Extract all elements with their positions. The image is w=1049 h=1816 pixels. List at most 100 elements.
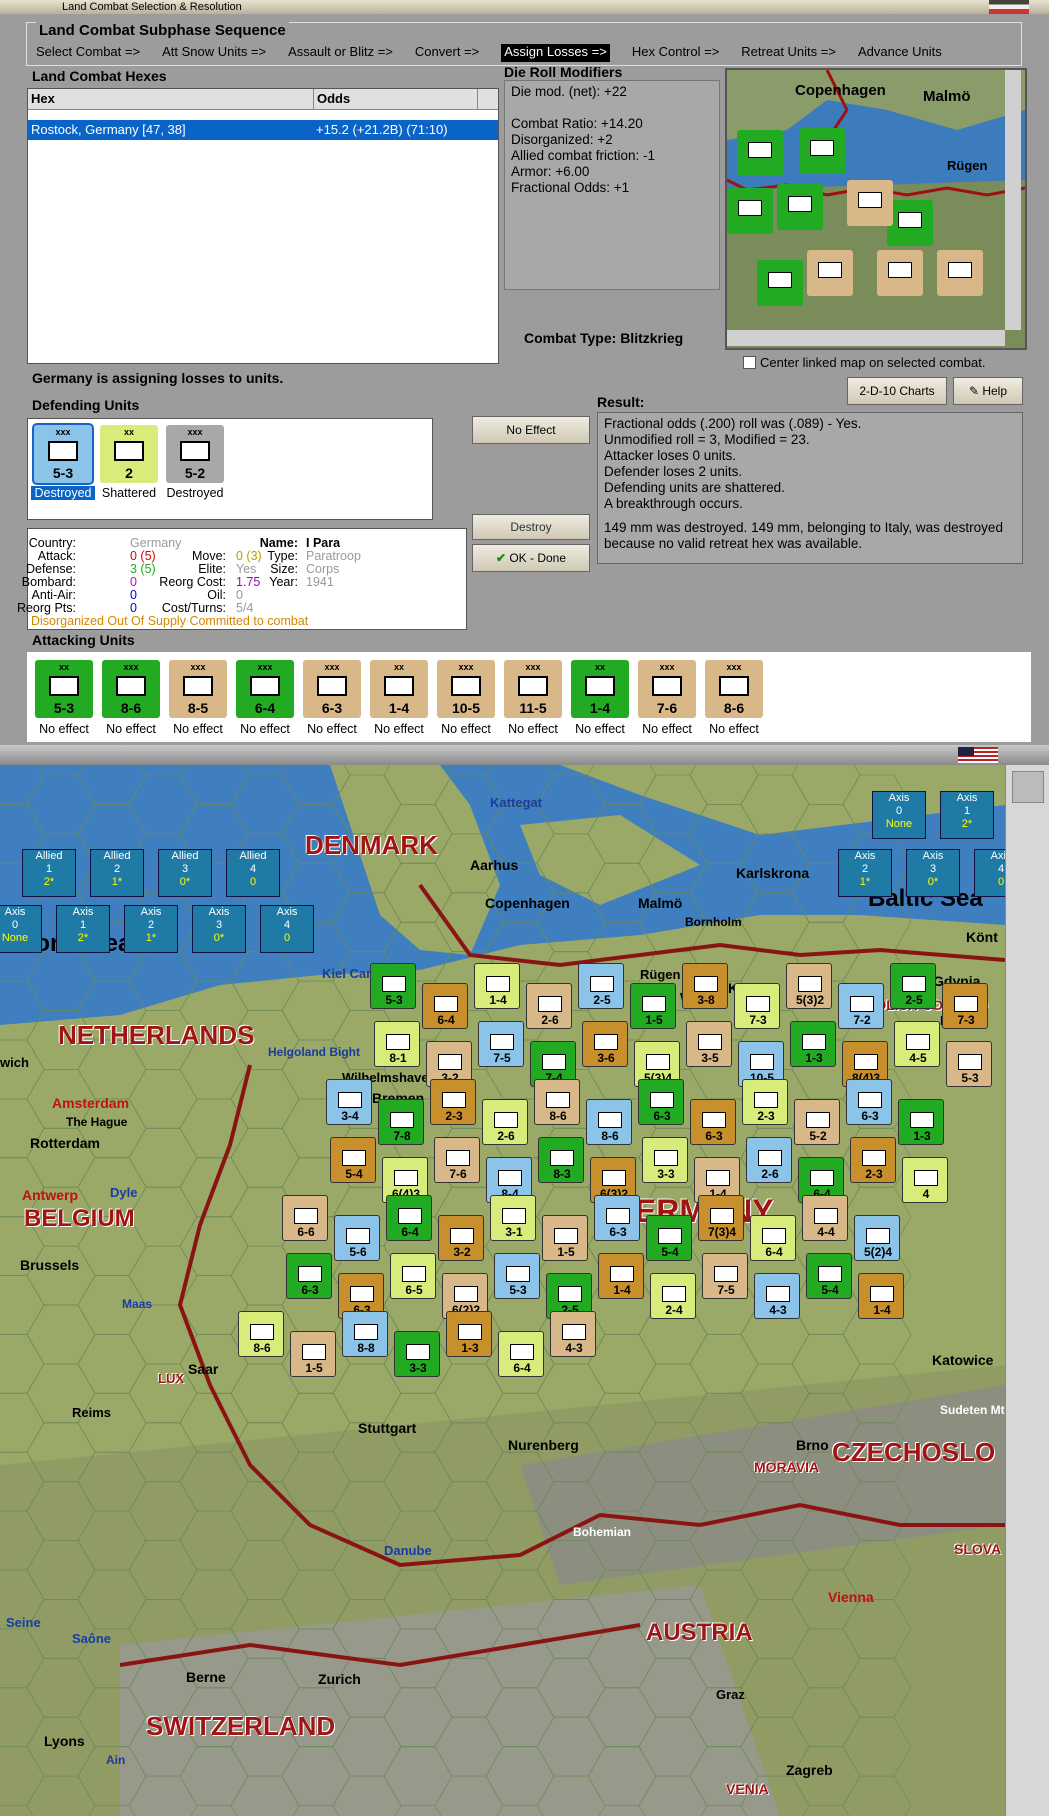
minimap-counter[interactable] bbox=[807, 250, 853, 296]
attacking-unit[interactable]: xx 1-4 bbox=[571, 660, 629, 718]
map-unit-counter[interactable]: 8-8 bbox=[342, 1311, 388, 1357]
map-unit-counter[interactable]: 1-3 bbox=[790, 1021, 836, 1067]
map-vertical-scrollbar[interactable] bbox=[1005, 765, 1049, 1816]
sequence-step[interactable]: Convert => bbox=[415, 44, 479, 62]
defending-unit[interactable]: xxx 5-3 bbox=[32, 423, 94, 485]
map-unit-counter[interactable]: 7-3 bbox=[734, 983, 780, 1029]
attacking-unit[interactable]: xxx 8-5 bbox=[169, 660, 227, 718]
minimap-counter[interactable] bbox=[777, 184, 823, 230]
map-unit-counter[interactable]: 8-6 bbox=[238, 1311, 284, 1357]
game-map[interactable]: Kattegat DENMARK Aarhus Karlskrona Baltic Se… bbox=[0, 765, 1005, 1816]
map-unit-counter[interactable]: 4-3 bbox=[550, 1311, 596, 1357]
attacking-unit[interactable]: xx 5-3 bbox=[35, 660, 93, 718]
minimap-counter[interactable] bbox=[799, 128, 845, 174]
map-unit-counter[interactable]: 6-3 bbox=[594, 1195, 640, 1241]
map-unit-counter[interactable]: 7(3)4 bbox=[698, 1195, 744, 1241]
map-unit-counter[interactable]: 1-5 bbox=[542, 1215, 588, 1261]
table-row[interactable]: Rostock, Germany [47, 38] +15.2 (+21.2B)… bbox=[28, 120, 498, 140]
map-unit-counter[interactable]: 5-3 bbox=[946, 1041, 992, 1087]
map-unit-counter[interactable]: 2-6 bbox=[746, 1137, 792, 1183]
map-unit-counter[interactable]: 2-4 bbox=[650, 1273, 696, 1319]
map-unit-counter[interactable]: 1-5 bbox=[290, 1331, 336, 1377]
map-unit-counter[interactable]: 3-5 bbox=[686, 1021, 732, 1067]
map-unit-counter[interactable]: 7-5 bbox=[702, 1253, 748, 1299]
map-unit-counter[interactable]: 6-4 bbox=[386, 1195, 432, 1241]
sequence-step[interactable]: Retreat Units => bbox=[741, 44, 836, 62]
checkbox-box[interactable] bbox=[743, 356, 756, 369]
map-unit-counter[interactable]: 5(2)4 bbox=[854, 1215, 900, 1261]
map-unit-counter[interactable]: 2-6 bbox=[482, 1099, 528, 1145]
map-unit-counter[interactable]: 2-3 bbox=[430, 1079, 476, 1125]
map-unit-counter[interactable]: 3-3 bbox=[394, 1331, 440, 1377]
minimap-counter[interactable] bbox=[727, 188, 773, 234]
map-unit-counter[interactable]: 1-3 bbox=[446, 1311, 492, 1357]
map-unit-counter[interactable]: 3-4 bbox=[326, 1079, 372, 1125]
attacking-unit[interactable]: xxx 8-6 bbox=[705, 660, 763, 718]
sequence-step[interactable]: Select Combat => bbox=[36, 44, 140, 62]
map-unit-counter[interactable]: 6-3 bbox=[638, 1079, 684, 1125]
map-unit-counter[interactable]: 2-6 bbox=[526, 983, 572, 1029]
destroy-button[interactable]: Destroy bbox=[472, 514, 590, 540]
map-unit-counter[interactable]: 6-4 bbox=[498, 1331, 544, 1377]
minimap-counter[interactable] bbox=[877, 250, 923, 296]
map-unit-counter[interactable]: 6-4 bbox=[750, 1215, 796, 1261]
map-unit-counter[interactable]: 6-6 bbox=[282, 1195, 328, 1241]
map-unit-counter[interactable]: 3-1 bbox=[490, 1195, 536, 1241]
center-linked-checkbox[interactable]: Center linked map on selected combat. bbox=[743, 355, 985, 370]
map-unit-counter[interactable]: 6-3 bbox=[286, 1253, 332, 1299]
map-unit-counter[interactable]: 3-6 bbox=[582, 1021, 628, 1067]
map-unit-counter[interactable]: 1-4 bbox=[474, 963, 520, 1009]
help-button[interactable]: ✎ Help bbox=[953, 377, 1023, 405]
map-unit-counter[interactable]: 1-4 bbox=[598, 1253, 644, 1299]
map-unit-counter[interactable]: 5-3 bbox=[494, 1253, 540, 1299]
minimap-hscrollbar[interactable] bbox=[727, 330, 1005, 346]
map-unit-counter[interactable]: 4-3 bbox=[754, 1273, 800, 1319]
map-unit-counter[interactable]: 3-8 bbox=[682, 963, 728, 1009]
linked-minimap[interactable]: Copenhagen Malmö Rügen bbox=[725, 68, 1027, 350]
attacking-unit[interactable]: xxx 6-3 bbox=[303, 660, 361, 718]
column-header-odds[interactable]: Odds bbox=[314, 89, 478, 109]
sequence-step[interactable]: Hex Control => bbox=[632, 44, 719, 62]
map-unit-counter[interactable]: 6-4 bbox=[422, 983, 468, 1029]
map-unit-counter[interactable]: 4-4 bbox=[802, 1195, 848, 1241]
scroll-thumb[interactable] bbox=[1012, 771, 1044, 803]
map-unit-counter[interactable]: 3-3 bbox=[642, 1137, 688, 1183]
map-unit-counter[interactable]: 3-2 bbox=[438, 1215, 484, 1261]
map-unit-counter[interactable]: 5-2 bbox=[794, 1099, 840, 1145]
attacking-unit[interactable]: xxx 10-5 bbox=[437, 660, 495, 718]
map-unit-counter[interactable]: 7-6 bbox=[434, 1137, 480, 1183]
map-unit-counter[interactable]: 2-3 bbox=[742, 1079, 788, 1125]
minimap-counter[interactable] bbox=[847, 180, 893, 226]
map-unit-counter[interactable]: 4-5 bbox=[894, 1021, 940, 1067]
defending-unit[interactable]: xxx 5-2 bbox=[166, 425, 224, 483]
minimap-counter[interactable] bbox=[757, 260, 803, 306]
attacking-unit[interactable]: xxx 7-6 bbox=[638, 660, 696, 718]
map-unit-counter[interactable]: 1-3 bbox=[898, 1099, 944, 1145]
map-unit-counter[interactable]: 8-6 bbox=[586, 1099, 632, 1145]
map-unit-counter[interactable]: 5-6 bbox=[334, 1215, 380, 1261]
sequence-step[interactable]: Assign Losses => bbox=[501, 44, 610, 62]
minimap-counter[interactable] bbox=[937, 250, 983, 296]
charts-button[interactable]: 2-D-10 Charts bbox=[847, 377, 947, 405]
map-unit-counter[interactable]: 5-4 bbox=[646, 1215, 692, 1261]
map-unit-counter[interactable]: 7-3 bbox=[942, 983, 988, 1029]
map-unit-counter[interactable]: 6-5 bbox=[390, 1253, 436, 1299]
minimap-vscrollbar[interactable] bbox=[1005, 70, 1021, 330]
map-unit-counter[interactable]: 5-4 bbox=[806, 1253, 852, 1299]
map-unit-counter[interactable]: 1-4 bbox=[858, 1273, 904, 1319]
attacking-unit[interactable]: xxx 6-4 bbox=[236, 660, 294, 718]
map-unit-counter[interactable]: 6-3 bbox=[690, 1099, 736, 1145]
map-unit-counter[interactable]: 2-3 bbox=[850, 1137, 896, 1183]
column-header-hex[interactable]: Hex bbox=[28, 89, 314, 109]
attacking-unit[interactable]: xxx 8-6 bbox=[102, 660, 160, 718]
minimap-counter[interactable] bbox=[887, 200, 933, 246]
attacking-unit[interactable]: xx 1-4 bbox=[370, 660, 428, 718]
ok-done-button[interactable]: ✔ OK - Done bbox=[472, 544, 590, 572]
map-unit-counter[interactable]: 7-5 bbox=[478, 1021, 524, 1067]
sequence-step[interactable]: Assault or Blitz => bbox=[288, 44, 393, 62]
map-unit-counter[interactable]: 5-4 bbox=[330, 1137, 376, 1183]
map-unit-counter[interactable]: 2-5 bbox=[890, 963, 936, 1009]
sequence-step[interactable]: Att Snow Units => bbox=[162, 44, 266, 62]
map-unit-counter[interactable]: 5(3)2 bbox=[786, 963, 832, 1009]
map-unit-counter[interactable]: 8-1 bbox=[374, 1021, 420, 1067]
